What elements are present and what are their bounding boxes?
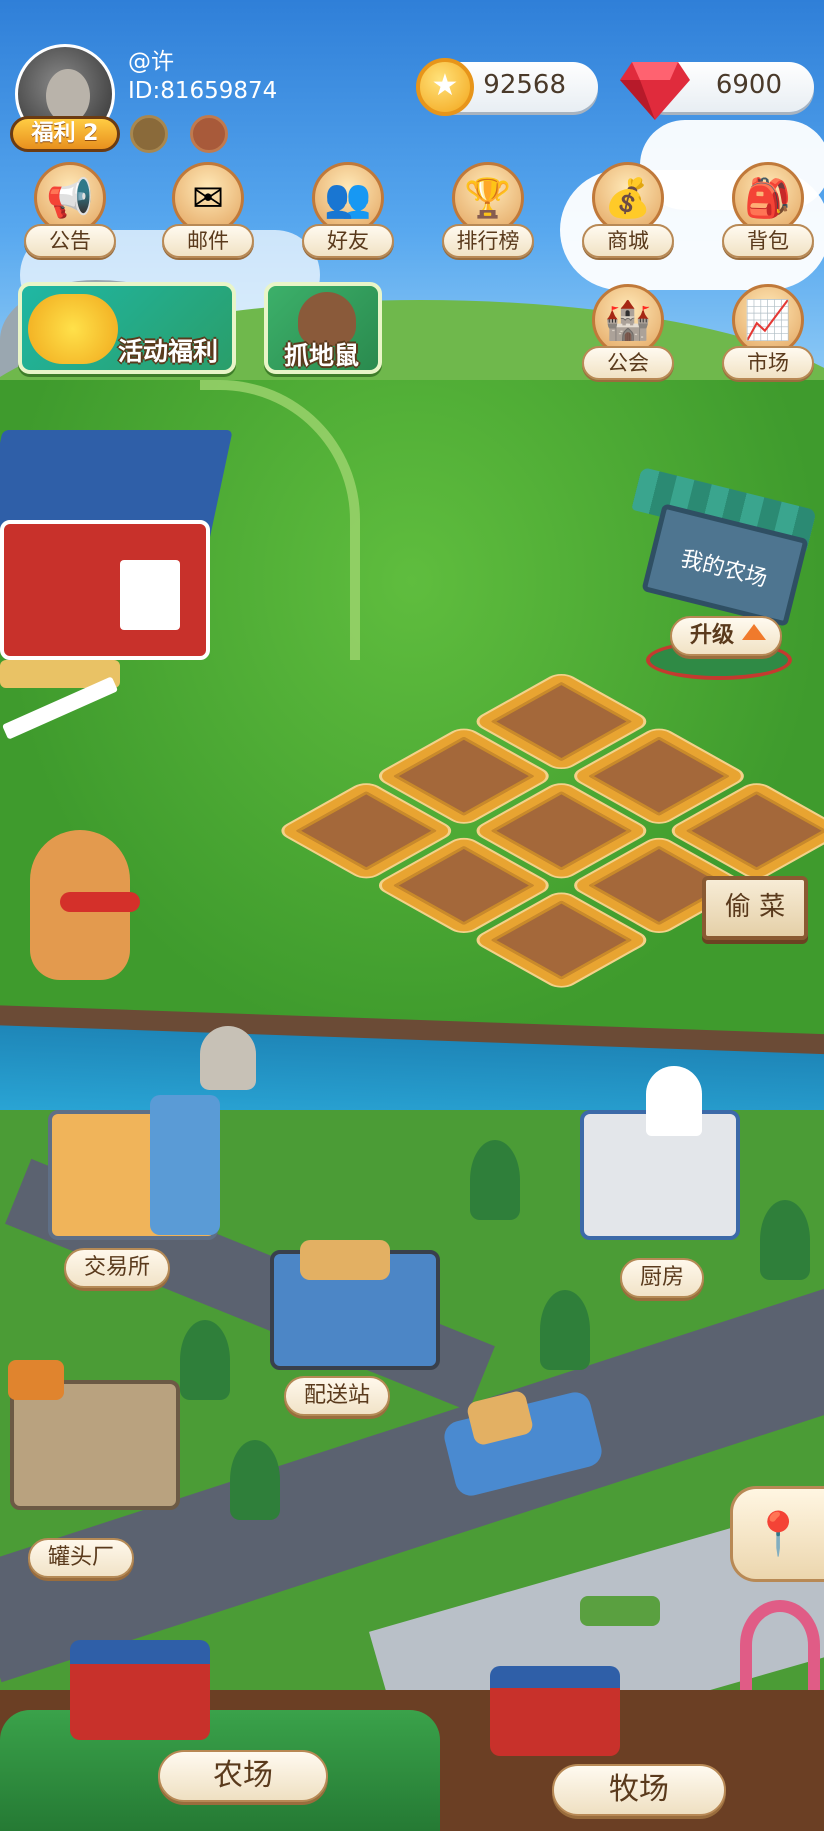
menu-megaphone-button[interactable]: 📢 公告	[24, 162, 116, 264]
arrow-up-icon	[742, 624, 766, 640]
user-id: ID:81659874	[128, 78, 278, 104]
chef-hat-icon	[646, 1066, 702, 1136]
tab-farm[interactable]: 农场	[158, 1750, 328, 1802]
star-coin-icon: ★	[416, 58, 474, 116]
menu-label: 好友	[302, 224, 394, 258]
ruby-gem-icon	[620, 62, 690, 120]
tree	[470, 1140, 520, 1220]
menu-mail-button[interactable]: ✉ 邮件	[162, 162, 254, 264]
exchange-label[interactable]: 交易所	[64, 1248, 171, 1288]
menu-label: 公告	[24, 224, 116, 258]
username: @许	[128, 49, 174, 75]
gold-tree-icon	[28, 294, 118, 364]
my-farm-sign-text: 我的农场	[678, 546, 770, 593]
flower-badge-icon[interactable]	[190, 115, 228, 153]
delivery-station-label[interactable]: 配送站	[284, 1376, 391, 1416]
tree	[760, 1200, 810, 1280]
tab-ranch[interactable]: 牧场	[552, 1764, 726, 1816]
menu-label: 市场	[722, 346, 814, 380]
gem-amount: 6900	[715, 70, 782, 100]
menu-label: 背包	[722, 224, 814, 258]
cannery-label[interactable]: 罐头厂	[28, 1538, 135, 1578]
flower-arch	[740, 1600, 820, 1690]
tree	[230, 1440, 280, 1520]
flower-bed	[580, 1596, 660, 1626]
whack-a-mole-card[interactable]: 抓地鼠	[264, 282, 382, 374]
menu-label: 商城	[582, 224, 674, 258]
steal-vegetables-button[interactable]: 偷 菜	[702, 876, 808, 940]
menu-shop-button[interactable]: 💰 商城	[582, 162, 674, 264]
ranch-tab-barn-icon	[490, 1666, 620, 1756]
coin-amount: 92568	[483, 70, 566, 100]
game-scene: 我的农场 升级 偷 菜 交易所 厨房 配送站 罐头厂	[0, 0, 824, 1831]
menu-castle-button[interactable]: 🏰 公会	[582, 284, 674, 386]
tree	[180, 1320, 230, 1400]
river-rock	[200, 1026, 256, 1090]
upgrade-label: 升级	[690, 623, 735, 648]
menu-friends-button[interactable]: 👥 好友	[302, 162, 394, 264]
whack-a-mole-label: 抓地鼠	[284, 341, 360, 370]
farm-tab-barn-icon	[70, 1640, 210, 1740]
menu-backpack-button[interactable]: 🎒 背包	[722, 162, 814, 264]
tree	[540, 1290, 590, 1370]
activity-welfare-label: 活动福利	[118, 337, 219, 366]
dog-scarf	[60, 892, 140, 912]
kitchen-label[interactable]: 厨房	[620, 1258, 705, 1298]
welfare-badge[interactable]: 福利 2	[10, 116, 120, 152]
menu-label: 排行榜	[442, 224, 534, 258]
jars	[8, 1360, 64, 1400]
menu-podium-button[interactable]: 🏆 排行榜	[442, 162, 534, 264]
avatar-face	[46, 69, 90, 123]
menu-label: 公会	[582, 346, 674, 380]
activity-welfare-card[interactable]: 活动福利	[18, 282, 236, 374]
upgrade-button[interactable]: 升级	[670, 616, 782, 656]
plot-grid	[278, 672, 824, 990]
menu-label: 邮件	[162, 224, 254, 258]
delivery-boxes	[300, 1240, 390, 1280]
medal-icon[interactable]	[130, 115, 168, 153]
menu-market-button[interactable]: 📈 市场	[722, 284, 814, 386]
exchange-tower	[150, 1095, 220, 1235]
map-pin-icon[interactable]: 📍	[730, 1486, 824, 1582]
